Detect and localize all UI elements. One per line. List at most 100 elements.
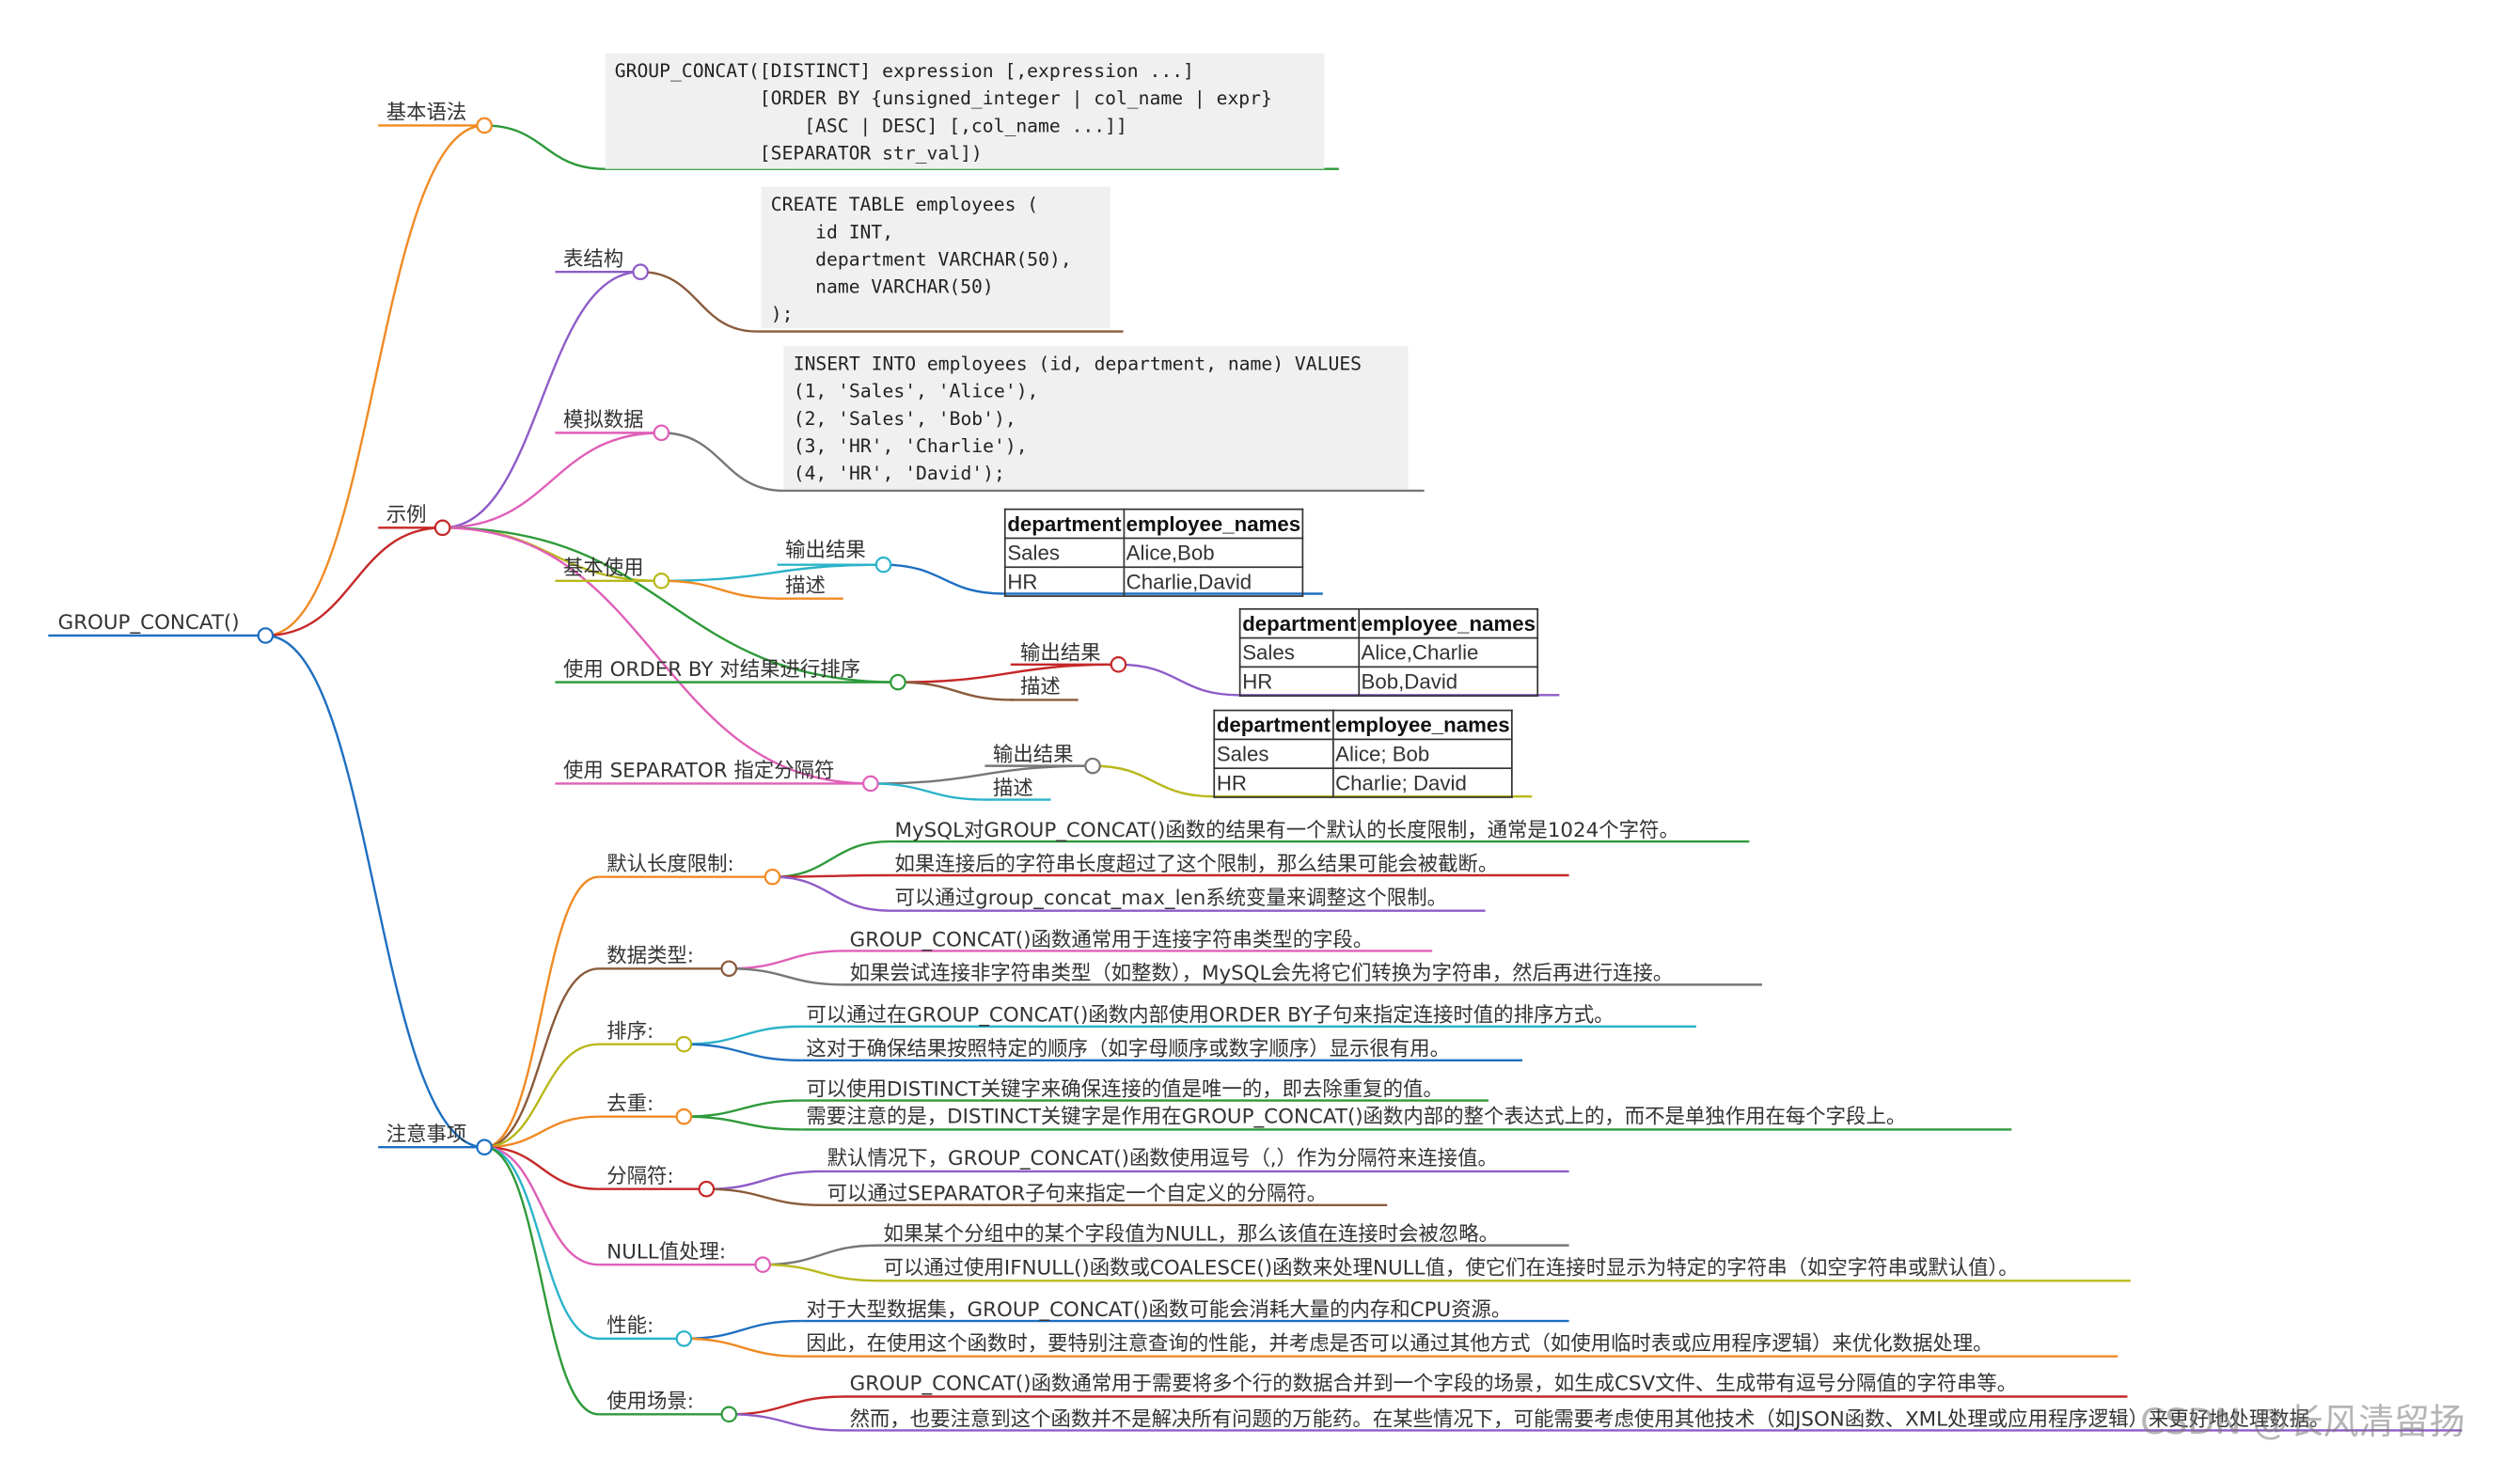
table-header-row: department employee_names bbox=[1213, 709, 1514, 741]
connector bbox=[870, 764, 1094, 785]
table-cell: Sales bbox=[1213, 738, 1334, 770]
edge-note-item bbox=[684, 1025, 802, 1045]
table-header-row: department employee_names bbox=[1238, 607, 1539, 639]
separator-result-table: department employee_names Sales Alice; B… bbox=[1213, 709, 1514, 798]
basic-use-desc-node[interactable]: 描述 bbox=[785, 573, 826, 597]
table-row: HR Charlie; David bbox=[1213, 767, 1514, 798]
connector bbox=[484, 124, 606, 170]
node-dot bbox=[1110, 655, 1127, 673]
note-group-performance[interactable]: 性能: bbox=[606, 1313, 654, 1338]
notes-node[interactable]: 注意事项 bbox=[386, 1122, 467, 1146]
note-group-sorting[interactable]: 排序: bbox=[606, 1018, 654, 1043]
node-dot bbox=[754, 1256, 772, 1273]
example-node[interactable]: 示例 bbox=[386, 502, 427, 526]
connector bbox=[883, 563, 1004, 595]
separator-node[interactable]: 使用 SEPARATOR 指定分隔符 bbox=[563, 758, 834, 782]
basic-use-output-node[interactable]: 输出结果 bbox=[785, 538, 866, 562]
table-structure-node[interactable]: 表结构 bbox=[563, 246, 623, 271]
connector bbox=[1118, 663, 1239, 697]
note-item: GROUP_CONCAT()函数通常用于需要将多个行的数据合并到一个字段的场景，… bbox=[849, 1371, 2018, 1395]
note-item: 可以通过使用IFNULL()函数或COALESCE()函数来处理NULL值，使它… bbox=[883, 1254, 2019, 1280]
note-group-use-cases[interactable]: 使用场景: bbox=[606, 1389, 694, 1413]
root-node[interactable]: GROUP_CONCAT() bbox=[58, 610, 240, 635]
order-by-desc-node[interactable]: 描述 bbox=[1020, 674, 1061, 699]
order-by-result-table: department employee_names Sales Alice,Ch… bbox=[1238, 607, 1539, 698]
table-structure-code-block: CREATE TABLE employees ( id INT, departm… bbox=[761, 186, 1110, 329]
mock-data-node[interactable]: 模拟数据 bbox=[563, 407, 644, 432]
table-cell: Alice,Bob bbox=[1123, 537, 1304, 569]
connector bbox=[442, 432, 662, 529]
note-item: MySQL对GROUP_CONCAT()函数的结果有一个默认的长度限制，通常是1… bbox=[894, 817, 1679, 842]
node-dot bbox=[1084, 757, 1101, 775]
connector bbox=[1093, 764, 1214, 798]
table-header: department bbox=[1213, 709, 1334, 741]
note-item: 对于大型数据集，GROUP_CONCAT()函数可能会消耗大量的内存和CPU资源… bbox=[806, 1296, 1512, 1322]
table-cell: Charlie; David bbox=[1331, 767, 1514, 798]
node-dot bbox=[874, 556, 892, 573]
table-cell: Sales bbox=[1003, 537, 1125, 569]
edge-note-item bbox=[729, 1395, 845, 1416]
connector bbox=[661, 563, 884, 583]
note-group-separator[interactable]: 分隔符: bbox=[606, 1163, 673, 1187]
order-by-output-node[interactable]: 输出结果 bbox=[1020, 640, 1101, 665]
edge-note-item bbox=[763, 1244, 879, 1266]
note-group-length-limit[interactable]: 默认长度限制: bbox=[606, 851, 734, 875]
edge-note-item bbox=[706, 1170, 823, 1190]
node-dot bbox=[890, 673, 906, 691]
watermark: CSDN @长风清留扬 bbox=[2140, 1403, 2465, 1444]
separator-desc-node[interactable]: 描述 bbox=[993, 776, 1033, 800]
table-cell: Charlie,David bbox=[1123, 566, 1304, 597]
node-dot bbox=[653, 424, 670, 442]
table-cell: Alice,Charlie bbox=[1358, 636, 1539, 668]
edge-note-item bbox=[706, 1187, 823, 1207]
edge-example bbox=[265, 526, 443, 637]
table-header: department bbox=[1238, 607, 1360, 639]
connector bbox=[870, 782, 987, 801]
note-item: 默认情况下，GROUP_CONCAT()函数使用逗号（,）作为分隔符来连接值。 bbox=[827, 1145, 1498, 1170]
note-group-null-handling[interactable]: NULL值处理: bbox=[606, 1239, 726, 1264]
node-dot bbox=[698, 1180, 716, 1198]
edge-note-item bbox=[729, 950, 845, 970]
edge-note-group bbox=[484, 875, 599, 1149]
note-item: 如果某个分组中的某个字段值为NULL，那么该值在连接时会被忽略。 bbox=[883, 1220, 1500, 1246]
table-header: department bbox=[1003, 508, 1125, 540]
table-row: Sales Alice,Charlie bbox=[1238, 636, 1539, 668]
basic-use-node[interactable]: 基本使用 bbox=[563, 555, 644, 579]
node-dot bbox=[720, 1406, 738, 1423]
edge-note-group bbox=[484, 967, 599, 1149]
node-dot bbox=[632, 263, 649, 281]
syntax-node[interactable]: 基本语法 bbox=[386, 100, 467, 124]
table-row: HR Charlie,David bbox=[1003, 566, 1304, 597]
note-item: 这对于确保结果按照特定的顺序（如字母顺序或数字顺序）显示很有用。 bbox=[806, 1036, 1450, 1060]
table-header-row: department employee_names bbox=[1003, 508, 1304, 540]
node-dot bbox=[433, 519, 451, 537]
node-dot bbox=[675, 1330, 693, 1347]
order-by-node[interactable]: 使用 ORDER BY 对结果进行排序 bbox=[563, 656, 860, 681]
node-dot bbox=[720, 960, 738, 978]
edge-note-item bbox=[684, 1099, 802, 1118]
note-item: 可以通过SEPARATOR子句来指定一个自定义的分隔符。 bbox=[827, 1181, 1328, 1205]
note-group-dedup[interactable]: 去重: bbox=[606, 1091, 654, 1115]
note-item: GROUP_CONCAT()函数通常用于连接字符串类型的字段。 bbox=[849, 926, 1374, 951]
node-dot bbox=[476, 117, 493, 134]
edge-note-item bbox=[684, 1043, 802, 1062]
mock-data-code-block: INSERT INTO employees (id, department, n… bbox=[783, 345, 1409, 490]
table-row: Sales Alice,Bob bbox=[1003, 537, 1304, 569]
connector bbox=[897, 681, 1015, 701]
note-item: 如果尝试连接非字符串类型（如整数），MySQL会先将它们转换为字符串，然后再进行… bbox=[849, 960, 1674, 985]
node-dot bbox=[862, 775, 879, 793]
syntax-code-block: GROUP_CONCAT([DISTINCT] expression [,exp… bbox=[605, 53, 1325, 169]
note-item: 可以通过在GROUP_CONCAT()函数内部使用ORDER BY子句来指定连接… bbox=[806, 1002, 1614, 1027]
table-cell: Bob,David bbox=[1358, 666, 1539, 698]
edge-note-item bbox=[684, 1319, 802, 1341]
note-item: 如果连接后的字符串长度超过了这个限制，那么结果可能会被截断。 bbox=[894, 851, 1499, 876]
connector bbox=[661, 432, 784, 493]
connector bbox=[640, 271, 757, 333]
table-cell: Sales bbox=[1238, 636, 1360, 668]
separator-output-node[interactable]: 输出结果 bbox=[993, 742, 1074, 766]
edge-note-item bbox=[772, 840, 890, 878]
table-cell: HR bbox=[1003, 566, 1125, 597]
table-cell: HR bbox=[1238, 666, 1360, 698]
note-group-data-type[interactable]: 数据类型: bbox=[606, 943, 694, 967]
node-dot bbox=[675, 1108, 693, 1125]
